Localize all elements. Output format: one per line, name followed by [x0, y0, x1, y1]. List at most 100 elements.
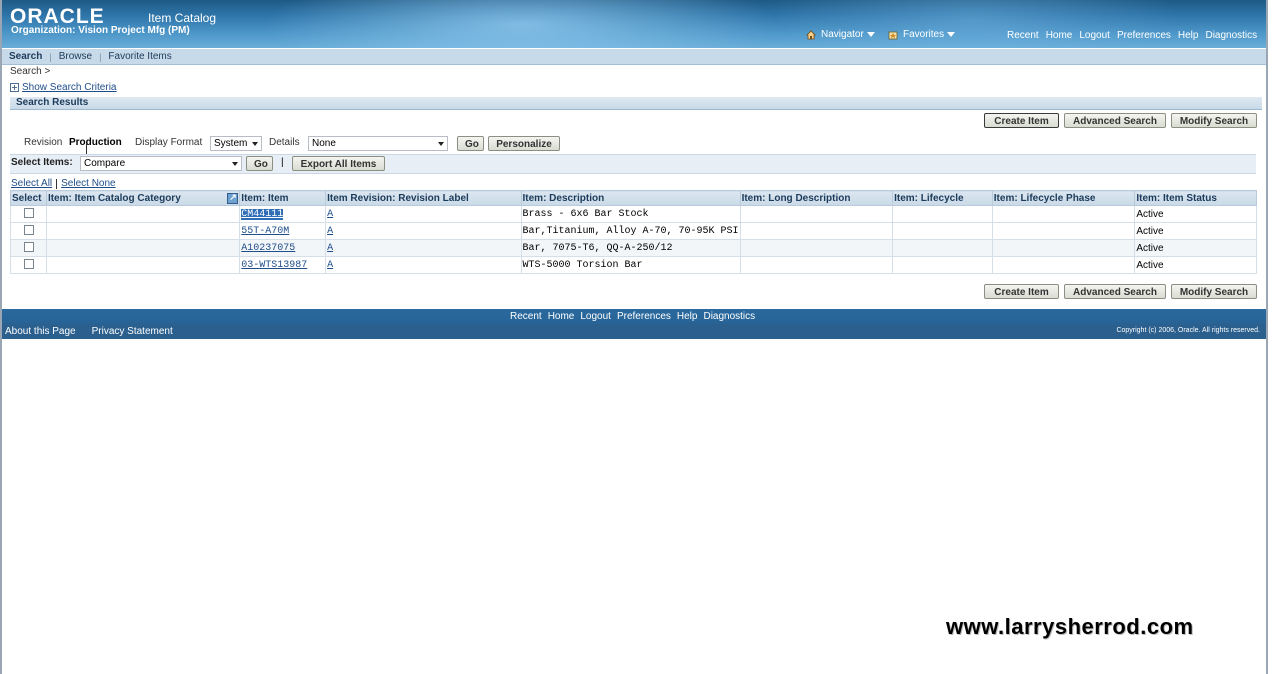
select-items-go-button[interactable]: Go — [246, 156, 273, 171]
show-search-criteria[interactable]: Show Search Criteria — [10, 82, 116, 93]
export-all-items-button[interactable]: Export All Items — [292, 156, 385, 171]
description-cell: Bar, 7075-T6, QQ-A-250/12 — [520, 239, 741, 257]
tab-favorite-items[interactable]: Favorite Items — [101, 51, 178, 62]
footer-about-links: About this Page Privacy Statement — [5, 326, 173, 337]
expand-icon[interactable] — [10, 83, 19, 92]
create-item-button[interactable]: Create Item — [984, 113, 1059, 128]
display-format-label: Display Format — [135, 137, 203, 148]
tab-browse[interactable]: Browse — [52, 51, 99, 62]
row-checkbox[interactable] — [24, 207, 34, 218]
modify-search-button[interactable]: Modify Search — [1171, 113, 1257, 128]
lifecycle-phase-cell — [991, 205, 1136, 223]
app-title: Item Catalog — [148, 11, 217, 25]
select-all-none: Select All Select None — [11, 178, 116, 189]
modify-search-button-bottom[interactable]: Modify Search — [1171, 284, 1257, 299]
revision-cell: A — [325, 239, 522, 257]
global-link-diagnostics[interactable]: Diagnostics — [1205, 30, 1257, 41]
global-link-home[interactable]: Home — [1046, 30, 1073, 41]
watermark: www.larrysherrod.com — [946, 614, 1194, 639]
select-none-link[interactable]: Select None — [61, 178, 115, 189]
header-glow — [262, 0, 782, 48]
go-button[interactable]: Go — [457, 136, 484, 151]
column-header-item-status[interactable]: Item: Item Status — [1134, 190, 1257, 206]
details-value: None — [312, 138, 336, 149]
column-header-description[interactable]: Item: Description — [520, 190, 741, 206]
app-header: ORACLE Item Catalog Organization: Vision… — [2, 0, 1266, 48]
item-link[interactable]: 03-WTS13987 — [241, 260, 307, 271]
privacy-statement-link[interactable]: Privacy Statement — [92, 326, 173, 337]
select-cell — [10, 256, 47, 274]
footer-link-recent[interactable]: Recent — [510, 311, 542, 322]
item-cell: 03-WTS13987 — [239, 256, 327, 274]
column-header-item[interactable]: Item: Item — [239, 190, 327, 206]
column-header-catalog-category[interactable]: Item: Item Catalog Category — [45, 190, 241, 206]
subtab-bar: Search | Browse | Favorite Items — [2, 49, 1266, 65]
home-icon — [806, 29, 816, 39]
show-search-criteria-link[interactable]: Show Search Criteria — [22, 82, 116, 93]
select-cell — [10, 239, 47, 257]
footer-link-logout[interactable]: Logout — [580, 311, 611, 322]
lifecycle-phase-cell — [991, 256, 1136, 274]
long-description-cell — [739, 205, 894, 223]
column-header-lifecycle-phase[interactable]: Item: Lifecycle Phase — [991, 190, 1136, 206]
results-table: Select Item: Item Catalog Category Item:… — [10, 190, 1257, 274]
create-item-button-bottom[interactable]: Create Item — [984, 284, 1059, 299]
revision-link[interactable]: A — [327, 260, 333, 271]
table-row: CM44111 A Brass - 6x6 Bar Stock Active — [10, 205, 1257, 223]
display-format-select[interactable]: System — [210, 136, 262, 151]
table-header-row: Select Item: Item Catalog Category Item:… — [10, 190, 1257, 206]
lifecycle-cell — [892, 205, 993, 223]
breadcrumb[interactable]: Search > — [10, 66, 50, 77]
toolbar-divider: | — [281, 157, 284, 168]
revision-link[interactable]: A — [327, 209, 333, 220]
item-cell: A10237075 — [239, 239, 327, 257]
item-link[interactable]: A10237075 — [241, 243, 295, 254]
revision-link[interactable]: A — [327, 243, 333, 254]
chevron-down-icon — [947, 32, 956, 37]
footer-link-help[interactable]: Help — [677, 311, 698, 322]
catalog-category-cell — [45, 256, 241, 274]
advanced-search-button-bottom[interactable]: Advanced Search — [1064, 284, 1166, 299]
window-frame-right — [1266, 0, 1268, 674]
detach-icon[interactable] — [227, 192, 239, 204]
row-checkbox[interactable] — [24, 224, 34, 235]
footer-link-preferences[interactable]: Preferences — [617, 311, 671, 322]
column-header-lifecycle[interactable]: Item: Lifecycle — [892, 190, 993, 206]
global-link-recent[interactable]: Recent — [1007, 30, 1039, 41]
catalog-category-cell — [45, 239, 241, 257]
tab-search[interactable]: Search — [2, 51, 49, 62]
global-link-logout[interactable]: Logout — [1079, 30, 1110, 41]
revision-link[interactable]: A — [327, 226, 333, 237]
item-link[interactable]: CM44111 — [241, 209, 284, 220]
description-cell: Bar,Titanium, Alloy A-70, 70-95K PSI — [520, 222, 741, 240]
chevron-down-icon — [252, 142, 258, 146]
details-select[interactable]: None — [308, 136, 448, 151]
row-checkbox[interactable] — [24, 258, 34, 269]
navigator-menu[interactable]: Navigator — [806, 29, 875, 40]
footer-link-home[interactable]: Home — [548, 311, 575, 322]
about-this-page-link[interactable]: About this Page — [5, 326, 76, 337]
copyright-text: Copyright (c) 2006, Oracle. All rights r… — [1116, 327, 1260, 334]
personalize-button[interactable]: Personalize — [488, 136, 560, 151]
favorites-menu[interactable]: Favorites — [888, 29, 956, 40]
organization-label: Organization: Vision Project Mfg (PM) — [11, 25, 190, 36]
lifecycle-cell — [892, 239, 993, 257]
row-checkbox[interactable] — [24, 241, 34, 252]
status-cell: Active — [1134, 256, 1257, 274]
status-cell: Active — [1134, 205, 1257, 223]
advanced-search-button[interactable]: Advanced Search — [1064, 113, 1166, 128]
global-link-preferences[interactable]: Preferences — [1117, 30, 1171, 41]
select-items-label: Select Items: — [11, 157, 73, 168]
column-header-long-description[interactable]: Item: Long Description — [739, 190, 894, 206]
column-header-select: Select — [10, 190, 47, 206]
column-header-revision-label[interactable]: Item Revision: Revision Label — [325, 190, 522, 206]
select-items-select[interactable]: Compare — [80, 156, 242, 171]
item-link[interactable]: 55T-A70M — [241, 226, 289, 237]
table-row: A10237075 A Bar, 7075-T6, QQ-A-250/12 Ac… — [10, 239, 1257, 257]
item-cell: CM44111 — [239, 205, 327, 223]
select-all-link[interactable]: Select All — [11, 178, 52, 189]
footer-link-diagnostics[interactable]: Diagnostics — [703, 311, 755, 322]
global-link-help[interactable]: Help — [1178, 30, 1199, 41]
lifecycle-cell — [892, 256, 993, 274]
catalog-category-cell — [45, 222, 241, 240]
